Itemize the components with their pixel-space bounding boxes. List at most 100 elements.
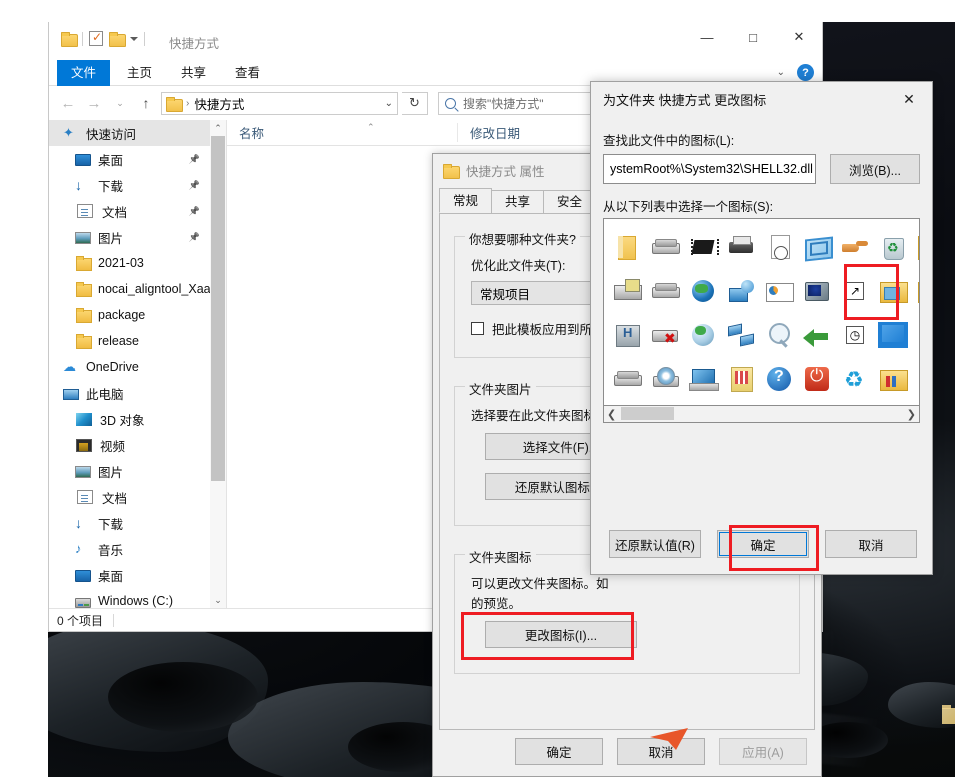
- green-back-arrow-icon[interactable]: [802, 320, 832, 350]
- address-dropdown-icon[interactable]: ⌄: [385, 98, 393, 109]
- icon-cell-1-3[interactable]: [722, 270, 760, 312]
- icon-cell-2-0[interactable]: [608, 314, 646, 356]
- pin-icon[interactable]: 📌: [189, 206, 200, 217]
- power-shutdown-icon[interactable]: [802, 364, 832, 394]
- server-rack-icon[interactable]: [612, 276, 642, 306]
- window-icon[interactable]: [802, 232, 832, 262]
- close-icon[interactable]: ✕: [892, 84, 926, 114]
- printer-icon[interactable]: [726, 232, 756, 262]
- icon-cell-0-6[interactable]: [836, 226, 874, 268]
- icon-cell-2-2[interactable]: [684, 314, 722, 356]
- icon-cell-1-5[interactable]: [798, 270, 836, 312]
- sidebar-item-11[interactable]: 3D 对象: [49, 406, 226, 432]
- nav-scrollbar[interactable]: ⌃ ⌄: [210, 120, 226, 608]
- icon-cell-3-5[interactable]: [798, 358, 836, 400]
- icon-cell-3-8[interactable]: [912, 358, 919, 400]
- search-magnifier-icon[interactable]: [764, 320, 794, 350]
- scroll-right-icon[interactable]: ❯: [907, 408, 916, 421]
- maximize-button[interactable]: □: [730, 22, 776, 52]
- performance-monitor-icon[interactable]: [764, 276, 794, 306]
- cd-drive-icon[interactable]: [650, 364, 680, 394]
- sidebar-item-0[interactable]: ✦ 快速访问: [49, 120, 226, 146]
- icon-cell-0-0[interactable]: [608, 226, 646, 268]
- pin-icon[interactable]: 📌: [189, 154, 200, 165]
- properties-icon[interactable]: [89, 30, 103, 46]
- icon-cell-3-1[interactable]: [646, 358, 684, 400]
- sidebar-item-18[interactable]: Windows (C:): [49, 588, 226, 608]
- tab-home[interactable]: 主页: [113, 60, 166, 86]
- chevron-down-icon[interactable]: ⌄: [777, 67, 785, 78]
- breadcrumb-current[interactable]: 快捷方式: [194, 94, 244, 113]
- sidebar-item-7[interactable]: package: [49, 302, 226, 328]
- display-settings-icon[interactable]: [802, 276, 832, 306]
- checklist-icon[interactable]: [916, 364, 919, 394]
- properties-ok-button[interactable]: 确定: [515, 738, 603, 765]
- icon-cell-3-0[interactable]: [608, 358, 646, 400]
- drive-grey-icon[interactable]: [612, 364, 642, 394]
- network-map-icon[interactable]: [726, 320, 756, 350]
- recent-locations-button[interactable]: ⌄: [109, 92, 131, 114]
- recycle-bin-icon[interactable]: [878, 232, 908, 262]
- refresh-button[interactable]: ↻: [402, 91, 428, 115]
- internet-globe-icon[interactable]: [688, 276, 718, 306]
- hand-share-icon[interactable]: [840, 232, 870, 262]
- document-clock-icon[interactable]: [764, 232, 794, 262]
- sidebar-item-10[interactable]: 此电脑: [49, 380, 226, 406]
- nav-scroll-down-icon[interactable]: ⌄: [210, 592, 226, 608]
- icon-cell-2-6[interactable]: ◷: [836, 314, 874, 356]
- column-header-name[interactable]: 名称: [227, 123, 437, 142]
- folder-doc-icon[interactable]: [916, 232, 919, 262]
- tab-security[interactable]: 安全: [543, 190, 597, 213]
- web-globe-icon[interactable]: [688, 320, 718, 350]
- apply-template-checkbox[interactable]: [471, 322, 484, 335]
- icon-cell-0-4[interactable]: [760, 226, 798, 268]
- folder-icon[interactable]: [61, 32, 78, 47]
- icon-cell-2-7[interactable]: [874, 314, 912, 356]
- change-icon-cancel-button[interactable]: 取消: [825, 530, 917, 558]
- sidebar-item-4[interactable]: 图片 📌: [49, 224, 226, 250]
- icon-cell-1-2[interactable]: [684, 270, 722, 312]
- sidebar-item-16[interactable]: ♪ 音乐: [49, 536, 226, 562]
- browse-button[interactable]: 浏览(B)...: [830, 154, 920, 184]
- sidebar-item-13[interactable]: 图片: [49, 458, 226, 484]
- laptop-icon[interactable]: [688, 364, 719, 394]
- icon-path-input[interactable]: ystemRoot%\System32\SHELL32.dll: [603, 154, 816, 184]
- folder-plain-icon[interactable]: [916, 320, 919, 350]
- icon-cell-3-4[interactable]: [760, 358, 798, 400]
- new-folder-icon[interactable]: [109, 32, 126, 47]
- icon-cell-0-5[interactable]: [798, 226, 836, 268]
- icon-cell-1-0[interactable]: [608, 270, 646, 312]
- apply-template-row[interactable]: 把此模板应用到所有: [471, 319, 605, 338]
- hscroll-thumb[interactable]: [621, 407, 674, 420]
- column-header-date[interactable]: 修改日期: [457, 123, 577, 142]
- network-drive-icon[interactable]: [650, 276, 680, 306]
- tab-share[interactable]: 共享: [167, 60, 220, 86]
- search-input[interactable]: 搜索"快捷方式": [463, 95, 544, 112]
- pin-icon[interactable]: 📌: [189, 232, 200, 243]
- sidebar-item-3[interactable]: 文档 📌: [49, 198, 226, 224]
- clock-badge-icon[interactable]: ◷: [846, 326, 864, 344]
- scroll-left-icon[interactable]: ❮: [607, 408, 616, 421]
- tab-sharing[interactable]: 共享: [491, 190, 545, 213]
- icon-cell-0-1[interactable]: [646, 226, 684, 268]
- folder-icon[interactable]: [612, 232, 642, 262]
- icon-cell-0-8[interactable]: [912, 226, 919, 268]
- floppy-h-icon[interactable]: [612, 320, 642, 350]
- network-pc-icon[interactable]: [726, 276, 756, 306]
- pin-icon[interactable]: 📌: [189, 180, 200, 191]
- icon-cell-3-7[interactable]: [874, 358, 912, 400]
- icon-cell-2-8[interactable]: [912, 314, 919, 356]
- calculator-folder-icon[interactable]: [726, 364, 756, 394]
- sidebar-item-8[interactable]: release: [49, 328, 226, 354]
- sidebar-item-14[interactable]: 文档: [49, 484, 226, 510]
- hard-drive-icon[interactable]: [650, 232, 680, 262]
- folder-net-icon[interactable]: [916, 276, 919, 306]
- icon-cell-3-6[interactable]: [836, 358, 874, 400]
- icon-cell-1-8[interactable]: [912, 270, 919, 312]
- icon-cell-1-1[interactable]: [646, 270, 684, 312]
- close-button[interactable]: ✕: [776, 22, 822, 52]
- sidebar-item-9[interactable]: ☁ OneDrive: [49, 354, 226, 380]
- address-bar[interactable]: › 快捷方式 ⌄: [161, 91, 398, 115]
- sidebar-item-6[interactable]: nocai_aligntool_Xaar_: [49, 276, 226, 302]
- tab-file[interactable]: 文件: [57, 60, 111, 86]
